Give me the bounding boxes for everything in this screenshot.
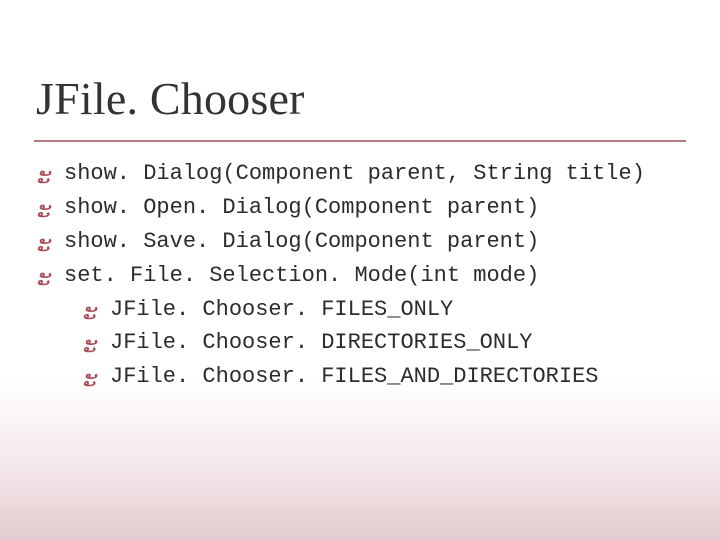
list-item-text: show. Save. Dialog(Component parent) [64, 229, 539, 254]
bullet-list: ະ show. Dialog(Component parent, String … [36, 158, 684, 393]
bullet-icon: ະ [36, 160, 50, 192]
list-item: ະ set. File. Selection. Mode(int mode) ະ… [36, 260, 684, 394]
bullet-icon: ະ [82, 296, 96, 328]
bullet-icon: ະ [36, 262, 50, 294]
bullet-icon: ະ [36, 194, 50, 226]
list-item-text: JFile. Chooser. FILES_AND_DIRECTORIES [110, 364, 598, 389]
list-item: ະ show. Open. Dialog(Component parent) [36, 192, 684, 224]
title-rule [34, 140, 686, 142]
bullet-icon: ະ [82, 363, 96, 395]
list-item-text: show. Dialog(Component parent, String ti… [64, 158, 684, 190]
list-item-text: show. Open. Dialog(Component parent) [64, 195, 539, 220]
slide-content: ະ show. Dialog(Component parent, String … [36, 156, 684, 395]
list-item: ະ show. Save. Dialog(Component parent) [36, 226, 684, 258]
list-item: ະ JFile. Chooser. FILES_AND_DIRECTORIES [82, 361, 684, 393]
list-item-text: JFile. Chooser. FILES_ONLY [110, 297, 453, 322]
bullet-icon: ະ [82, 329, 96, 361]
slide: JFile. Chooser ະ show. Dialog(Component … [0, 0, 720, 540]
list-item-text: JFile. Chooser. DIRECTORIES_ONLY [110, 330, 532, 355]
list-item: ະ JFile. Chooser. FILES_ONLY [82, 294, 684, 326]
list-item: ະ show. Dialog(Component parent, String … [36, 158, 684, 190]
bullet-icon: ະ [36, 228, 50, 260]
sub-bullet-list: ະ JFile. Chooser. FILES_ONLY ະ JFile. Ch… [82, 294, 684, 394]
slide-title: JFile. Chooser [36, 72, 305, 125]
list-item-text: set. File. Selection. Mode(int mode) [64, 263, 539, 288]
list-item: ະ JFile. Chooser. DIRECTORIES_ONLY [82, 327, 684, 359]
